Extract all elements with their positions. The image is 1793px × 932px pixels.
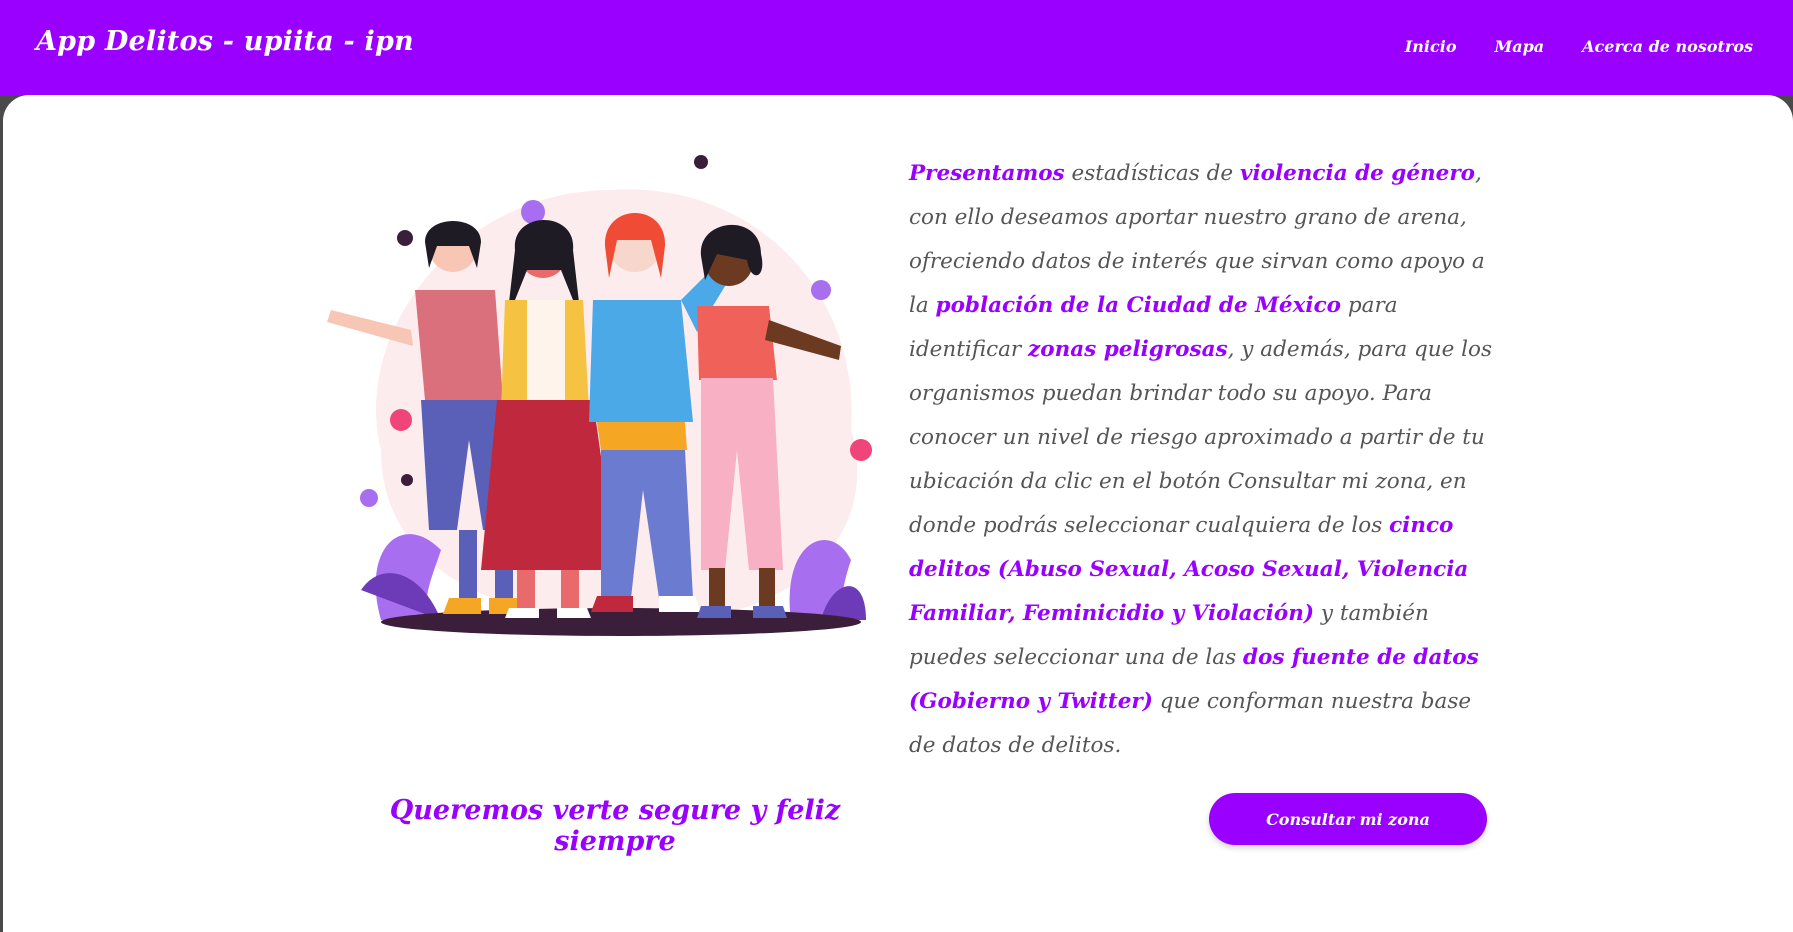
tagline: Queremos verte segure y feliz siempre [389,795,841,857]
paragraph-segment: población de la Ciudad de México [935,293,1342,318]
paragraph-segment: zonas peligrosas [1028,337,1228,362]
intro-paragraph: Presentamos estadísticas de violencia de… [909,152,1504,768]
navbar: App Delitos - upiita - ipn Inicio Mapa A… [0,0,1793,95]
nav-link-acerca[interactable]: Acerca de nosotros [1582,37,1753,56]
main-content: Presentamos estadísticas de violencia de… [3,95,1793,932]
paragraph-segment: Presentamos [909,161,1065,186]
women-group-illustration [327,155,872,636]
paragraph-segment: violencia de género [1239,161,1475,186]
nav-links: Inicio Mapa Acerca de nosotros [1405,37,1753,56]
nav-link-mapa[interactable]: Mapa [1494,37,1544,56]
paragraph-segment: , y además, para que los organismos pued… [909,337,1493,538]
brand-title[interactable]: App Delitos - upiita - ipn [36,26,414,57]
nav-link-inicio[interactable]: Inicio [1405,37,1457,56]
paragraph-segment: estadísticas de [1064,161,1240,186]
consultar-mi-zona-button[interactable]: Consultar mi zona [1209,793,1487,845]
